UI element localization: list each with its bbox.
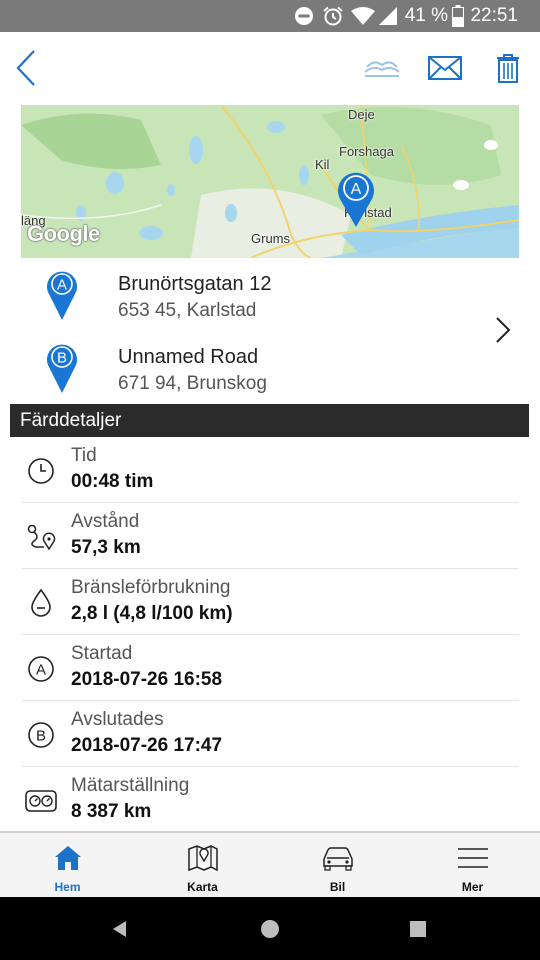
- map-pin-icon: A: [338, 172, 374, 227]
- square-recents-icon: [410, 921, 426, 937]
- detail-value: 57,3 km: [71, 537, 141, 558]
- end-pin-icon: B: [45, 339, 79, 400]
- detail-label: Bränsleförbrukning: [71, 577, 231, 598]
- alarm-icon: [322, 6, 344, 26]
- chevron-left-icon: [16, 50, 35, 86]
- trip-addresses[interactable]: A Brunörtsgatan 12 653 45, Karlstad B Un…: [21, 258, 519, 404]
- car-icon: [270, 843, 405, 873]
- nav-label: Karta: [187, 880, 218, 894]
- battery-icon: [452, 5, 464, 27]
- screen: 41 % 22:51 Deje Forshaga Kil Karlstad Gr…: [0, 0, 540, 960]
- letter-a-icon: A: [25, 654, 57, 684]
- status-bar: 41 % 22:51: [0, 0, 540, 32]
- map-icon: [135, 843, 270, 873]
- detail-row-duration: Tid 00:48 tim: [21, 437, 519, 503]
- map-pin-letter: A: [351, 181, 362, 198]
- odometer-icon: [25, 786, 57, 816]
- nav-label: Hem: [54, 880, 81, 894]
- detail-row-fuel: Bränsleförbrukning 2,8 l (4,8 l/100 km): [21, 569, 519, 635]
- detail-row-ended: B Avslutades 2018-07-26 17:47: [21, 701, 519, 767]
- status-clock: 22:51: [470, 5, 518, 26]
- end-city: 671 94, Brunskog: [118, 373, 267, 394]
- trip-map[interactable]: Deje Forshaga Kil Karlstad Grums läng Go…: [21, 105, 519, 258]
- section-header-trip-details: Färddetaljer: [10, 404, 529, 437]
- map-label-grums: Grums: [251, 231, 290, 246]
- signal-icon: [378, 6, 398, 26]
- map-label-deje: Deje: [348, 107, 375, 122]
- letter-a-glyph: A: [36, 662, 46, 679]
- nav-label: Bil: [329, 880, 346, 894]
- trash-icon: [497, 54, 519, 83]
- end-address: B Unnamed Road 671 94, Brunskog: [21, 335, 481, 405]
- back-button[interactable]: [4, 46, 48, 90]
- nav-label: Mer: [461, 880, 484, 894]
- letter-b-glyph: B: [36, 728, 46, 745]
- end-pin-letter: B: [57, 350, 67, 367]
- letter-b-icon: B: [25, 720, 57, 750]
- map-start-pin[interactable]: A: [336, 169, 376, 229]
- bottom-navigation: Hem Karta Bil Mer: [0, 831, 540, 897]
- home-icon: [0, 843, 135, 873]
- detail-value: 00:48 tim: [71, 471, 154, 492]
- detail-value: 2018-07-26 17:47: [71, 735, 223, 756]
- detail-row-started: A Startad 2018-07-26 16:58: [21, 635, 519, 701]
- system-back-button[interactable]: [104, 913, 136, 945]
- nav-tab-home[interactable]: Hem: [0, 833, 135, 897]
- nav-tab-more[interactable]: Mer: [405, 833, 540, 897]
- start-city: 653 45, Karlstad: [118, 300, 257, 321]
- chevron-right-icon: [495, 316, 511, 349]
- start-street: Brunörtsgatan 12: [118, 273, 272, 295]
- trip-details-list: Tid 00:48 tim Avstånd 57,3 km Bränsleför…: [21, 437, 519, 833]
- system-home-button[interactable]: [254, 913, 286, 945]
- detail-row-distance: Avstånd 57,3 km: [21, 503, 519, 569]
- email-button[interactable]: [423, 46, 467, 90]
- triangle-back-icon: [113, 921, 126, 937]
- envelope-icon: [428, 56, 462, 80]
- detail-label: Avstånd: [71, 511, 140, 532]
- battery-percentage: 41 %: [404, 5, 448, 26]
- start-pin-icon: A: [45, 266, 79, 327]
- transfer-icon: [364, 61, 400, 77]
- circle-home-icon: [261, 920, 279, 938]
- detail-row-odometer: Mätarställning 8 387 km: [21, 767, 519, 833]
- delete-button[interactable]: [486, 46, 530, 90]
- detail-label: Avslutades: [71, 709, 164, 730]
- start-pin-letter: A: [57, 277, 67, 294]
- system-recents-button[interactable]: [402, 913, 434, 945]
- wifi-icon: [350, 6, 376, 26]
- detail-value: 2,8 l (4,8 l/100 km): [71, 603, 233, 624]
- do-not-disturb-icon: [294, 6, 314, 26]
- route-icon: [25, 522, 57, 552]
- toolbar: [0, 32, 540, 104]
- detail-value: 8 387 km: [71, 801, 152, 822]
- start-address: A Brunörtsgatan 12 653 45, Karlstad: [21, 262, 481, 332]
- nav-tab-car[interactable]: Bil: [270, 833, 405, 897]
- clock-icon: [25, 456, 57, 486]
- detail-label: Mätarställning: [71, 775, 190, 796]
- end-street: Unnamed Road: [118, 346, 259, 368]
- detail-label: Tid: [71, 445, 97, 466]
- map-label-forshaga: Forshaga: [339, 144, 394, 159]
- share-trip-button[interactable]: [360, 46, 404, 90]
- map-label-kil: Kil: [315, 157, 330, 172]
- detail-value: 2018-07-26 16:58: [71, 669, 223, 690]
- nav-tab-map[interactable]: Karta: [135, 833, 270, 897]
- system-navigation-bar: [0, 897, 540, 960]
- fuel-drop-icon: [25, 588, 57, 618]
- hamburger-menu-icon: [405, 843, 540, 873]
- detail-label: Startad: [71, 643, 133, 664]
- google-logo: Google: [27, 221, 100, 246]
